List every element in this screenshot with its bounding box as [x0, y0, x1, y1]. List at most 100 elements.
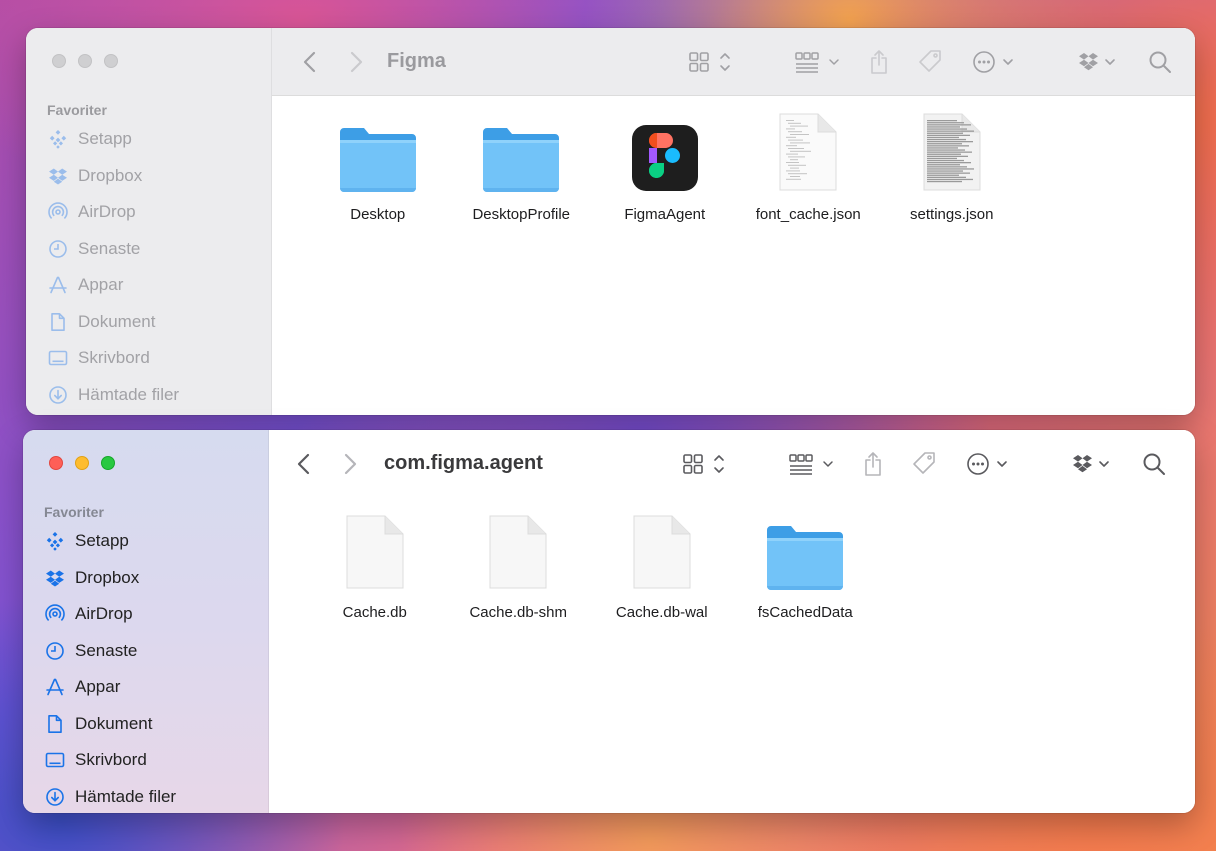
more-actions-button[interactable] — [966, 430, 1012, 498]
main-pane: Figma Desktop DesktopProfile FigmaAgent fon… — [272, 28, 1195, 415]
sidebar-item-setapp[interactable]: Setapp — [48, 121, 179, 158]
window-controls — [49, 456, 115, 470]
folder-item[interactable]: Desktop — [306, 120, 450, 223]
sidebar-item-label: Skrivbord — [78, 348, 150, 368]
file-name: Desktop — [350, 206, 406, 223]
sidebar-item-label: Dokument — [75, 713, 153, 733]
file-name: settings.json — [910, 206, 994, 223]
window-title: Figma — [387, 50, 446, 72]
back-button[interactable] — [302, 28, 318, 96]
sidebar-item-hämtade-filer[interactable]: Hämtade filer — [48, 377, 179, 414]
share-button[interactable] — [863, 430, 883, 498]
sidebar-item-skrivbord[interactable]: Skrivbord — [48, 340, 179, 377]
file-item[interactable]: FigmaAgent — [593, 120, 737, 223]
forward-icon — [344, 453, 357, 475]
file-item[interactable]: Cache.db-wal — [590, 515, 734, 621]
toolbar: Figma — [272, 28, 1195, 96]
folder-icon — [337, 120, 419, 192]
sidebar-item-dokument[interactable]: Dokument — [45, 706, 176, 743]
file-item[interactable]: settings.json — [880, 113, 1024, 223]
share-icon — [865, 452, 881, 476]
folder-icon — [480, 120, 562, 192]
sidebar-item-label: Hämtade filer — [78, 384, 180, 404]
dropbox-toolbar-icon — [1079, 53, 1115, 71]
sidebar-item-label: Setapp — [75, 531, 129, 551]
sidebar-item-appar[interactable]: Appar — [48, 267, 179, 304]
search-button[interactable] — [1142, 430, 1166, 498]
file-name: Cache.db-wal — [615, 604, 708, 621]
airdrop-icon — [48, 202, 68, 222]
sidebar-item-senaste[interactable]: Senaste — [48, 231, 179, 268]
sidebar-item-label: Appar — [75, 677, 121, 697]
file-item[interactable]: font_cache.json — [737, 113, 881, 223]
sidebar-item-senaste[interactable]: Senaste — [45, 633, 176, 670]
file-name: FigmaAgent — [624, 206, 706, 223]
icon-view-icon — [689, 52, 730, 72]
minimize-button[interactable] — [75, 456, 89, 470]
sidebar-item-label: Setapp — [78, 129, 132, 149]
dropbox-toolbar-button[interactable] — [1078, 28, 1120, 96]
more-actions-icon — [967, 453, 1007, 475]
zoom-button[interactable] — [101, 456, 115, 470]
group-button[interactable] — [788, 430, 838, 498]
group-icon — [795, 52, 839, 73]
tag-icon — [913, 452, 935, 474]
sidebar-item-appar[interactable]: Appar — [45, 669, 176, 706]
blank-document-icon — [477, 515, 559, 590]
back-icon — [297, 453, 310, 475]
sidebar-section-header: Favoriter — [44, 504, 104, 520]
folder-item[interactable]: DesktopProfile — [450, 120, 594, 223]
sidebar-item-dokument[interactable]: Dokument — [48, 304, 179, 341]
main-pane: com.figma.agent Cache.db Cache.db-shm Cach… — [269, 430, 1195, 813]
sidebar-item-label: Hämtade filer — [75, 786, 177, 806]
share-button[interactable] — [869, 28, 889, 96]
clock-icon — [45, 641, 65, 661]
sidebar-item-label: Senaste — [78, 238, 141, 258]
close-button[interactable] — [49, 456, 63, 470]
icon-view-button[interactable] — [682, 430, 730, 498]
figma-app-icon — [624, 120, 706, 192]
sidebar-list: Setapp Dropbox AirDrop Senaste Appar Dokument… — [45, 523, 176, 813]
group-button[interactable] — [794, 28, 844, 96]
file-grid: Cache.db Cache.db-shm Cache.db-wal fsCached… — [303, 515, 878, 621]
sidebar-item-dropbox[interactable]: Dropbox — [48, 158, 179, 195]
dropbox-toolbar-button[interactable] — [1072, 430, 1114, 498]
file-item[interactable]: Cache.db — [303, 515, 447, 621]
more-actions-button[interactable] — [972, 28, 1018, 96]
minimize-button[interactable] — [78, 54, 92, 68]
download-icon — [45, 787, 65, 807]
sidebar-item-skrivbord[interactable]: Skrivbord — [45, 742, 176, 779]
sidebar-item-airdrop[interactable]: AirDrop — [45, 596, 176, 633]
icon-view-icon — [683, 454, 724, 474]
forward-button[interactable] — [348, 28, 364, 96]
finder-window-com-figma-agent[interactable]: Favoriter Setapp Dropbox AirDrop Senaste App… — [23, 430, 1195, 813]
file-name: font_cache.json — [755, 206, 861, 223]
dropbox-icon — [48, 166, 68, 186]
sidebar-section-header: Favoriter — [47, 102, 107, 118]
file-item[interactable]: Cache.db-shm — [447, 515, 591, 621]
desktop-icon — [45, 750, 65, 770]
clock-icon — [48, 239, 68, 259]
sidebar-item-label: Dokument — [78, 311, 156, 331]
sidebar-item-dropbox[interactable]: Dropbox — [45, 560, 176, 597]
dropbox-icon — [45, 568, 65, 588]
tag-button[interactable] — [910, 430, 938, 498]
tag-button[interactable] — [916, 28, 944, 96]
file-name: DesktopProfile — [472, 206, 571, 223]
sidebar-item-setapp[interactable]: Setapp — [45, 523, 176, 560]
close-button[interactable] — [52, 54, 66, 68]
search-button[interactable] — [1148, 28, 1172, 96]
sidebar-item-airdrop[interactable]: AirDrop — [48, 194, 179, 231]
icon-view-button[interactable] — [688, 28, 736, 96]
file-grid: Desktop DesktopProfile FigmaAgent font_cach… — [306, 113, 1024, 223]
finder-window-figma[interactable]: Favoriter Setapp Dropbox AirDrop Senaste App… — [26, 28, 1195, 415]
file-name: Cache.db-shm — [469, 604, 568, 621]
back-button[interactable] — [296, 430, 312, 498]
forward-button[interactable] — [342, 430, 358, 498]
apps-icon — [45, 677, 65, 697]
sidebar: Favoriter Setapp Dropbox AirDrop Senaste App… — [26, 28, 272, 415]
sidebar-item-label: Dropbox — [78, 165, 143, 185]
sidebar-item-hämtade-filer[interactable]: Hämtade filer — [45, 779, 176, 814]
zoom-button[interactable] — [104, 54, 118, 68]
folder-item[interactable]: fsCachedData — [734, 518, 878, 621]
